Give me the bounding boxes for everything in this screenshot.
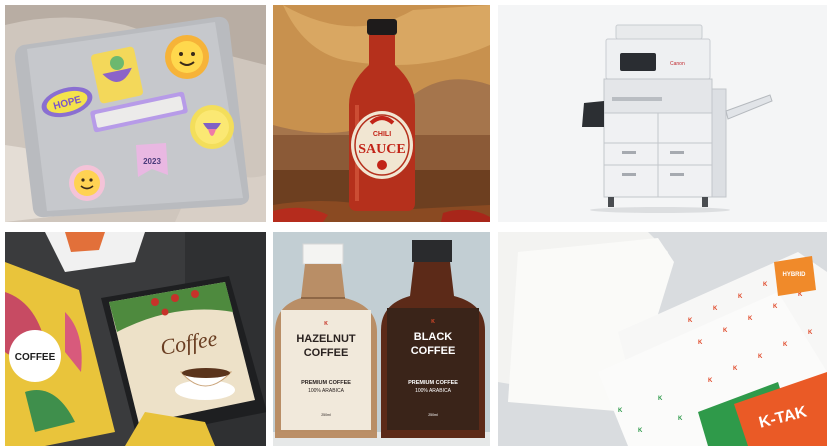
svg-text:K: K	[713, 306, 718, 312]
svg-text:K: K	[798, 292, 803, 298]
hybrid-text: HYBRID	[782, 272, 806, 278]
bottle-right-cap	[412, 240, 452, 262]
coffee-pouch-photo: COFFEE Coffee	[5, 232, 266, 446]
svg-text:K: K	[748, 316, 753, 322]
hazelnut-label	[281, 310, 371, 430]
printer-screen	[620, 53, 656, 71]
sauce-text: SAUCE	[358, 142, 405, 157]
laptop-stickers-photo: HOPE 2023	[5, 5, 266, 222]
bottle-cap	[367, 19, 397, 35]
coffee-badge-text: COFFEE	[15, 352, 56, 363]
label-sheets-image: K K K K K K K K K K K K K K K K K K HYBR…	[498, 232, 827, 446]
printer-image: Canon	[498, 5, 827, 222]
svg-text:K: K	[773, 304, 778, 310]
hazelnut-sub-1: PREMIUM COFFEE	[301, 380, 351, 386]
svg-text:K: K	[738, 294, 743, 300]
svg-text:K: K	[638, 428, 643, 434]
hazelnut-volume: 250ml	[321, 413, 331, 417]
printer-photo: Canon	[498, 5, 827, 222]
svg-text:K: K	[698, 340, 703, 346]
black-sub-1: PREMIUM COFFEE	[408, 380, 458, 386]
coffee-pouch-image: COFFEE Coffee	[5, 232, 266, 446]
black-volume: 250ml	[428, 413, 438, 417]
black-title-2: COFFEE	[411, 345, 456, 357]
svg-text:K: K	[688, 318, 693, 324]
black-coffee-label	[387, 308, 479, 430]
chili-text: CHILI	[373, 131, 391, 138]
hazelnut-title-1: HAZELNUT	[296, 333, 356, 345]
svg-text:K: K	[808, 330, 813, 336]
svg-text:K: K	[783, 342, 788, 348]
coffee-bottles-photo: K HAZELNUT COFFEE PREMIUM COFFEE 100% AR…	[273, 232, 490, 446]
svg-text:K: K	[723, 328, 728, 334]
chili-sauce-image: CHILI SAUCE	[273, 5, 490, 222]
year-sticker-text: 2023	[143, 157, 161, 166]
svg-text:K: K	[658, 396, 663, 402]
svg-text:K: K	[708, 378, 713, 384]
svg-text:K: K	[431, 319, 435, 325]
svg-text:K: K	[763, 282, 768, 288]
laptop-stickers-image: HOPE 2023	[5, 5, 266, 222]
svg-text:K: K	[678, 416, 683, 422]
black-title-1: BLACK	[414, 331, 453, 343]
hazelnut-sub-2: 100% ARABICA	[308, 388, 345, 394]
svg-text:K: K	[618, 408, 623, 414]
black-sub-2: 100% ARABICA	[415, 388, 452, 394]
label-sheets-photo: K K K K K K K K K K K K K K K K K K HYBR…	[498, 232, 827, 446]
svg-text:K: K	[324, 321, 328, 327]
bottle-left-cap	[302, 243, 344, 265]
chili-sauce-bottle-photo: CHILI SAUCE	[273, 5, 490, 222]
svg-text:K: K	[758, 354, 763, 360]
svg-text:K: K	[733, 366, 738, 372]
hazelnut-title-2: COFFEE	[304, 347, 349, 359]
bypass-tray	[582, 101, 604, 127]
printer-brand: Canon	[670, 61, 685, 67]
coffee-bottles-image: K HAZELNUT COFFEE PREMIUM COFFEE 100% AR…	[273, 232, 490, 446]
